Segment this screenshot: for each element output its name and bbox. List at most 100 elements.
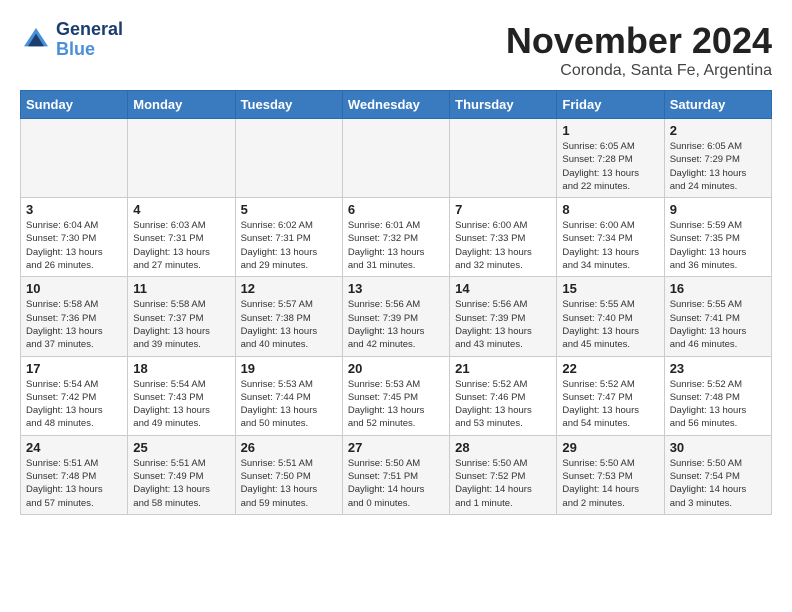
- day-info: Sunrise: 6:02 AM Sunset: 7:31 PM Dayligh…: [241, 219, 337, 272]
- calendar-cell: 20Sunrise: 5:53 AM Sunset: 7:45 PM Dayli…: [342, 356, 449, 435]
- calendar-cell: [342, 119, 449, 198]
- day-info: Sunrise: 5:50 AM Sunset: 7:51 PM Dayligh…: [348, 457, 444, 510]
- calendar-cell: [21, 119, 128, 198]
- day-number: 28: [455, 440, 551, 455]
- calendar-cell: 21Sunrise: 5:52 AM Sunset: 7:46 PM Dayli…: [450, 356, 557, 435]
- day-number: 4: [133, 202, 229, 217]
- logo: General Blue: [20, 20, 123, 60]
- day-info: Sunrise: 5:59 AM Sunset: 7:35 PM Dayligh…: [670, 219, 766, 272]
- day-info: Sunrise: 5:52 AM Sunset: 7:47 PM Dayligh…: [562, 378, 658, 431]
- day-info: Sunrise: 6:00 AM Sunset: 7:33 PM Dayligh…: [455, 219, 551, 272]
- day-info: Sunrise: 5:55 AM Sunset: 7:41 PM Dayligh…: [670, 298, 766, 351]
- calendar-cell: 3 Sunrise: 6:04 AM Sunset: 7:30 PM Daylig…: [21, 198, 128, 277]
- calendar-cell: 13 Sunrise: 5:56 AM Sunset: 7:39 PM Dayli…: [342, 277, 449, 356]
- calendar-cell: 26 Sunrise: 5:51 AM Sunset: 7:50 PM Dayli…: [235, 435, 342, 514]
- calendar-cell: 10Sunrise: 5:58 AM Sunset: 7:36 PM Dayli…: [21, 277, 128, 356]
- day-number: 22: [562, 361, 658, 376]
- calendar-cell: 17 Sunrise: 5:54 AM Sunset: 7:42 PM Dayli…: [21, 356, 128, 435]
- day-number: 6: [348, 202, 444, 217]
- day-number: 30: [670, 440, 766, 455]
- day-number: 27: [348, 440, 444, 455]
- calendar-cell: 11 Sunrise: 5:58 AM Sunset: 7:37 PM Dayli…: [128, 277, 235, 356]
- day-number: 2: [670, 123, 766, 138]
- calendar-cell: 25 Sunrise: 5:51 AM Sunset: 7:49 PM Dayli…: [128, 435, 235, 514]
- day-info: Sunrise: 5:56 AM Sunset: 7:39 PM Dayligh…: [348, 298, 444, 351]
- calendar-cell: 28Sunrise: 5:50 AM Sunset: 7:52 PM Dayli…: [450, 435, 557, 514]
- day-number: 20: [348, 361, 444, 376]
- day-number: 5: [241, 202, 337, 217]
- calendar-cell: 7 Sunrise: 6:00 AM Sunset: 7:33 PM Daylig…: [450, 198, 557, 277]
- day-info: Sunrise: 5:51 AM Sunset: 7:48 PM Dayligh…: [26, 457, 122, 510]
- calendar-cell: [450, 119, 557, 198]
- calendar-cell: 5 Sunrise: 6:02 AM Sunset: 7:31 PM Daylig…: [235, 198, 342, 277]
- calendar-cell: 15 Sunrise: 5:55 AM Sunset: 7:40 PM Dayli…: [557, 277, 664, 356]
- calendar-week-row: 3 Sunrise: 6:04 AM Sunset: 7:30 PM Daylig…: [21, 198, 772, 277]
- weekday-header-monday: Monday: [128, 91, 235, 119]
- weekday-header-thursday: Thursday: [450, 91, 557, 119]
- calendar-cell: 19 Sunrise: 5:53 AM Sunset: 7:44 PM Dayli…: [235, 356, 342, 435]
- calendar-cell: 9 Sunrise: 5:59 AM Sunset: 7:35 PM Daylig…: [664, 198, 771, 277]
- calendar-cell: [128, 119, 235, 198]
- weekday-header-row: SundayMondayTuesdayWednesdayThursdayFrid…: [21, 91, 772, 119]
- day-number: 25: [133, 440, 229, 455]
- day-number: 12: [241, 281, 337, 296]
- day-number: 19: [241, 361, 337, 376]
- calendar-cell: 14Sunrise: 5:56 AM Sunset: 7:39 PM Dayli…: [450, 277, 557, 356]
- day-number: 26: [241, 440, 337, 455]
- calendar-cell: 29 Sunrise: 5:50 AM Sunset: 7:53 PM Dayli…: [557, 435, 664, 514]
- calendar-cell: 8 Sunrise: 6:00 AM Sunset: 7:34 PM Daylig…: [557, 198, 664, 277]
- location-title: Coronda, Santa Fe, Argentina: [506, 62, 772, 80]
- day-number: 17: [26, 361, 122, 376]
- calendar-table: SundayMondayTuesdayWednesdayThursdayFrid…: [20, 90, 772, 515]
- day-number: 16: [670, 281, 766, 296]
- day-number: 13: [348, 281, 444, 296]
- calendar-cell: 27 Sunrise: 5:50 AM Sunset: 7:51 PM Dayli…: [342, 435, 449, 514]
- day-number: 29: [562, 440, 658, 455]
- day-info: Sunrise: 5:57 AM Sunset: 7:38 PM Dayligh…: [241, 298, 337, 351]
- weekday-header-wednesday: Wednesday: [342, 91, 449, 119]
- day-info: Sunrise: 5:50 AM Sunset: 7:54 PM Dayligh…: [670, 457, 766, 510]
- weekday-header-tuesday: Tuesday: [235, 91, 342, 119]
- calendar-week-row: 17 Sunrise: 5:54 AM Sunset: 7:42 PM Dayli…: [21, 356, 772, 435]
- day-number: 9: [670, 202, 766, 217]
- day-info: Sunrise: 5:54 AM Sunset: 7:43 PM Dayligh…: [133, 378, 229, 431]
- calendar-cell: 2Sunrise: 6:05 AM Sunset: 7:29 PM Daylig…: [664, 119, 771, 198]
- calendar-cell: 23 Sunrise: 5:52 AM Sunset: 7:48 PM Dayli…: [664, 356, 771, 435]
- day-info: Sunrise: 6:05 AM Sunset: 7:28 PM Dayligh…: [562, 140, 658, 193]
- weekday-header-sunday: Sunday: [21, 91, 128, 119]
- month-title: November 2024: [506, 20, 772, 62]
- calendar-cell: 6 Sunrise: 6:01 AM Sunset: 7:32 PM Daylig…: [342, 198, 449, 277]
- calendar-cell: 4 Sunrise: 6:03 AM Sunset: 7:31 PM Daylig…: [128, 198, 235, 277]
- day-info: Sunrise: 5:53 AM Sunset: 7:44 PM Dayligh…: [241, 378, 337, 431]
- weekday-header-friday: Friday: [557, 91, 664, 119]
- day-number: 15: [562, 281, 658, 296]
- day-info: Sunrise: 5:58 AM Sunset: 7:37 PM Dayligh…: [133, 298, 229, 351]
- calendar-cell: 30 Sunrise: 5:50 AM Sunset: 7:54 PM Dayli…: [664, 435, 771, 514]
- day-number: 14: [455, 281, 551, 296]
- day-info: Sunrise: 5:52 AM Sunset: 7:48 PM Dayligh…: [670, 378, 766, 431]
- day-info: Sunrise: 6:04 AM Sunset: 7:30 PM Dayligh…: [26, 219, 122, 272]
- calendar-cell: 1 Sunrise: 6:05 AM Sunset: 7:28 PM Daylig…: [557, 119, 664, 198]
- day-info: Sunrise: 5:51 AM Sunset: 7:50 PM Dayligh…: [241, 457, 337, 510]
- day-number: 3: [26, 202, 122, 217]
- day-info: Sunrise: 5:51 AM Sunset: 7:49 PM Dayligh…: [133, 457, 229, 510]
- day-number: 7: [455, 202, 551, 217]
- logo-icon: [20, 24, 52, 56]
- day-info: Sunrise: 5:50 AM Sunset: 7:53 PM Dayligh…: [562, 457, 658, 510]
- day-info: Sunrise: 5:55 AM Sunset: 7:40 PM Dayligh…: [562, 298, 658, 351]
- day-number: 8: [562, 202, 658, 217]
- page-header: General Blue November 2024 Coronda, Sant…: [20, 20, 772, 80]
- title-area: November 2024 Coronda, Santa Fe, Argenti…: [506, 20, 772, 80]
- calendar-cell: 24 Sunrise: 5:51 AM Sunset: 7:48 PM Dayli…: [21, 435, 128, 514]
- day-info: Sunrise: 5:54 AM Sunset: 7:42 PM Dayligh…: [26, 378, 122, 431]
- day-number: 1: [562, 123, 658, 138]
- day-info: Sunrise: 6:00 AM Sunset: 7:34 PM Dayligh…: [562, 219, 658, 272]
- weekday-header-saturday: Saturday: [664, 91, 771, 119]
- day-info: Sunrise: 6:01 AM Sunset: 7:32 PM Dayligh…: [348, 219, 444, 272]
- day-number: 11: [133, 281, 229, 296]
- calendar-week-row: 10Sunrise: 5:58 AM Sunset: 7:36 PM Dayli…: [21, 277, 772, 356]
- day-number: 24: [26, 440, 122, 455]
- day-info: Sunrise: 6:03 AM Sunset: 7:31 PM Dayligh…: [133, 219, 229, 272]
- calendar-cell: 22 Sunrise: 5:52 AM Sunset: 7:47 PM Dayli…: [557, 356, 664, 435]
- day-number: 23: [670, 361, 766, 376]
